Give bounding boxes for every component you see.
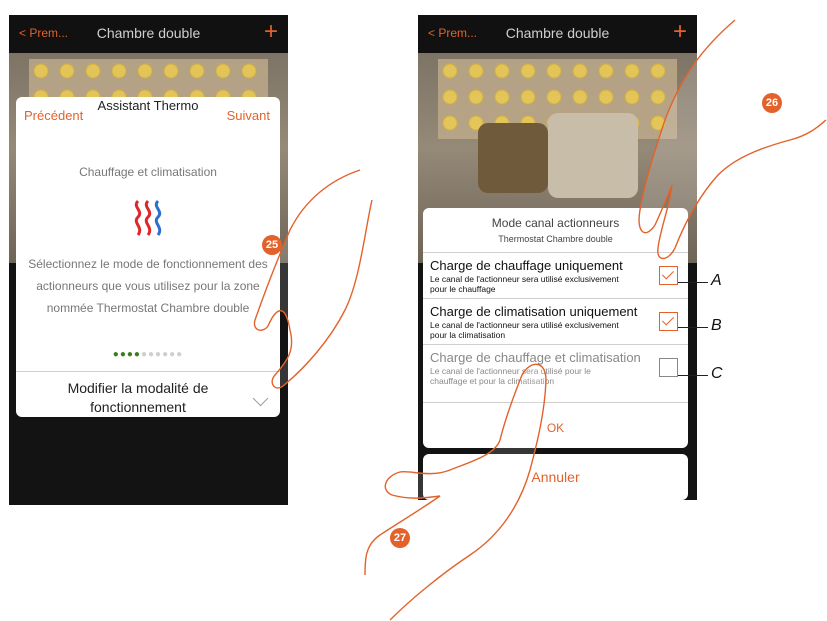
step-badge-26: 26 xyxy=(762,93,782,113)
hand-illustration xyxy=(253,19,827,621)
step-badge-27: 27 xyxy=(390,528,410,548)
step-badge-25: 25 xyxy=(262,235,282,255)
